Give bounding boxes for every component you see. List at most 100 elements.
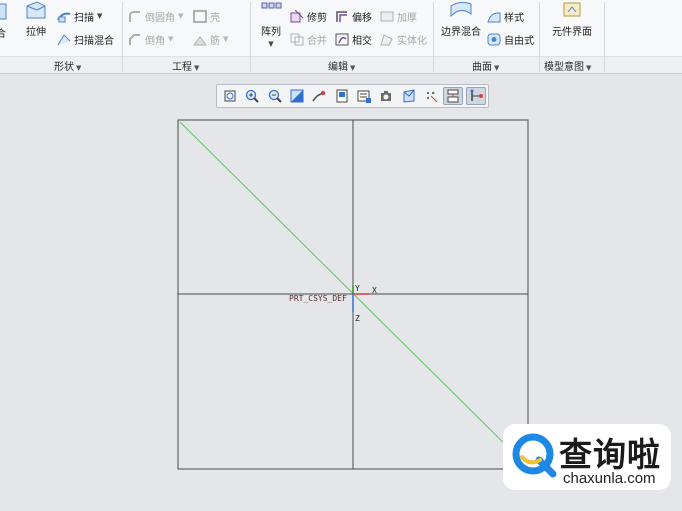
editing-group: 阵列 ▼ 修剪 偏移 加厚 合并 相交 实体化 编辑 ▼ — [251, 0, 433, 74]
y-axis-label: Y — [355, 284, 360, 293]
component-interface-button[interactable]: 元件界面 — [546, 0, 598, 38]
chevron-down-icon: ▼ — [268, 40, 274, 48]
saved-orientations-button[interactable] — [332, 87, 352, 105]
group-divider — [604, 2, 605, 72]
perspective-view-icon — [381, 91, 392, 101]
annotation-display-icon — [447, 89, 459, 103]
shell-button[interactable]: 壳 — [193, 8, 220, 24]
pattern-icon — [259, 0, 283, 20]
rib-icon — [193, 33, 207, 46]
chevron-down-icon: ▼ — [586, 64, 592, 72]
z-axis-label: Z — [355, 314, 360, 323]
annotation-display-button[interactable] — [443, 87, 464, 105]
editing-group-label[interactable]: 编辑 ▼ — [328, 58, 355, 73]
engineering-group-label[interactable]: 工程 ▼ — [172, 58, 199, 73]
zoom-out-icon — [268, 89, 282, 103]
partial-button-label: 合 — [0, 29, 6, 40]
surfaces-group-label[interactable]: 曲面 ▼ — [472, 58, 499, 73]
pattern-button[interactable]: 阵列 ▼ — [255, 0, 287, 48]
saved-orientations-icon — [336, 89, 348, 103]
blend-icon — [0, 2, 8, 22]
style-button[interactable]: 样式 — [487, 8, 524, 24]
pattern-label: 阵列 — [261, 27, 281, 38]
boundary-blend-label: 边界混合 — [441, 27, 481, 38]
watermark-badge: 查询啦 chaxunla.com — [503, 424, 671, 490]
surfaces-group: 边界混合 样式 自由式 曲面 ▼ — [434, 0, 539, 74]
thicken-icon — [380, 10, 394, 23]
extrude-icon — [24, 0, 48, 20]
chevron-down-icon: ▼ — [194, 64, 200, 72]
spin-center-button[interactable] — [465, 87, 486, 105]
boundary-blend-button[interactable]: 边界混合 — [438, 0, 484, 38]
thicken-label: 加厚 — [397, 12, 417, 24]
zoom-out-button[interactable] — [265, 87, 285, 105]
offset-icon — [335, 10, 349, 23]
view-manager-icon — [357, 90, 371, 103]
style-icon — [487, 10, 501, 23]
model-intent-group-label-text: 模型意图 — [544, 62, 584, 73]
extrude-label: 拉伸 — [26, 27, 46, 38]
freestyle-icon — [487, 33, 501, 46]
datum-display-icon: * — [426, 91, 438, 103]
freestyle-button[interactable]: 自由式 — [487, 31, 534, 47]
chevron-down-icon: ▼ — [350, 64, 356, 72]
rib-button[interactable]: 筋 ▼ — [193, 31, 228, 47]
refit-icon — [224, 90, 236, 102]
shell-label: 壳 — [210, 12, 220, 24]
perspective-view-button[interactable] — [376, 87, 396, 105]
trim-label: 修剪 — [307, 12, 327, 24]
component-interface-icon — [560, 0, 584, 20]
watermark-url: chaxunla.com — [563, 470, 656, 487]
chamfer-label: 倒角 — [145, 35, 165, 47]
rib-label: 筋 — [210, 35, 220, 47]
intersect-button[interactable]: 相交 — [335, 31, 372, 47]
engineering-group: 倒圆角 ▼ 壳 倒角 ▼ 筋 ▼ 工程 ▼ — [123, 0, 250, 74]
surfaces-group-label-text: 曲面 — [472, 62, 492, 73]
sweep-label: 扫描 — [74, 12, 94, 24]
reorient-icon — [312, 91, 326, 102]
graphics-toolbar: * — [216, 84, 489, 108]
round-button[interactable]: 倒圆角 ▼ — [128, 8, 183, 24]
model-intent-group-label[interactable]: 模型意图 ▼ — [544, 58, 591, 73]
refit-button[interactable] — [220, 87, 240, 105]
solidify-label: 实体化 — [397, 35, 427, 47]
extrude-button[interactable]: 拉伸 — [20, 0, 52, 38]
datum-display-button[interactable]: * — [421, 87, 441, 105]
shape-group: 合 拉伸 扫描 ▼ 扫描混合 形状 ▼ — [0, 0, 122, 74]
chevron-down-icon: ▼ — [178, 12, 184, 20]
search-logo-icon — [512, 433, 557, 478]
sweep-icon — [57, 10, 71, 23]
boundary-blend-icon — [449, 0, 473, 20]
engineering-group-label-text: 工程 — [172, 62, 192, 73]
partial-button[interactable]: 合 — [0, 2, 8, 40]
trim-button[interactable]: 修剪 — [290, 8, 327, 24]
offset-button[interactable]: 偏移 — [335, 8, 372, 24]
merge-label: 合并 — [307, 35, 327, 47]
shape-group-label[interactable]: 形状 ▼ — [54, 58, 81, 73]
trim-icon — [290, 9, 304, 23]
chevron-down-icon: ▼ — [97, 12, 103, 20]
chevron-down-icon: ▼ — [168, 35, 174, 43]
display-style-button[interactable] — [399, 87, 419, 105]
solidify-button[interactable]: 实体化 — [380, 31, 427, 47]
round-label: 倒圆角 — [145, 12, 175, 24]
sweep-button[interactable]: 扫描 ▼ — [57, 8, 102, 24]
repaint-button[interactable] — [287, 87, 307, 105]
chevron-down-icon: ▼ — [76, 64, 82, 72]
component-interface-label: 元件界面 — [552, 27, 592, 38]
zoom-in-button[interactable] — [242, 87, 262, 105]
reorient-button[interactable] — [309, 87, 329, 105]
merge-button[interactable]: 合并 — [290, 31, 327, 47]
editing-group-label-text: 编辑 — [328, 62, 348, 73]
chamfer-icon — [128, 33, 142, 46]
thicken-button[interactable]: 加厚 — [380, 8, 417, 24]
intersect-label: 相交 — [352, 35, 372, 47]
csys-triad[interactable]: X Y Z PRT_CSYS_DEF — [289, 284, 377, 323]
chamfer-button[interactable]: 倒角 ▼ — [128, 31, 173, 47]
shape-group-label-text: 形状 — [54, 62, 74, 73]
intersect-icon — [335, 33, 349, 46]
watermark-title: 查询啦 — [559, 435, 661, 474]
swept-blend-label: 扫描混合 — [74, 35, 114, 47]
view-manager-button[interactable] — [354, 87, 374, 105]
swept-blend-button[interactable]: 扫描混合 — [57, 31, 114, 47]
